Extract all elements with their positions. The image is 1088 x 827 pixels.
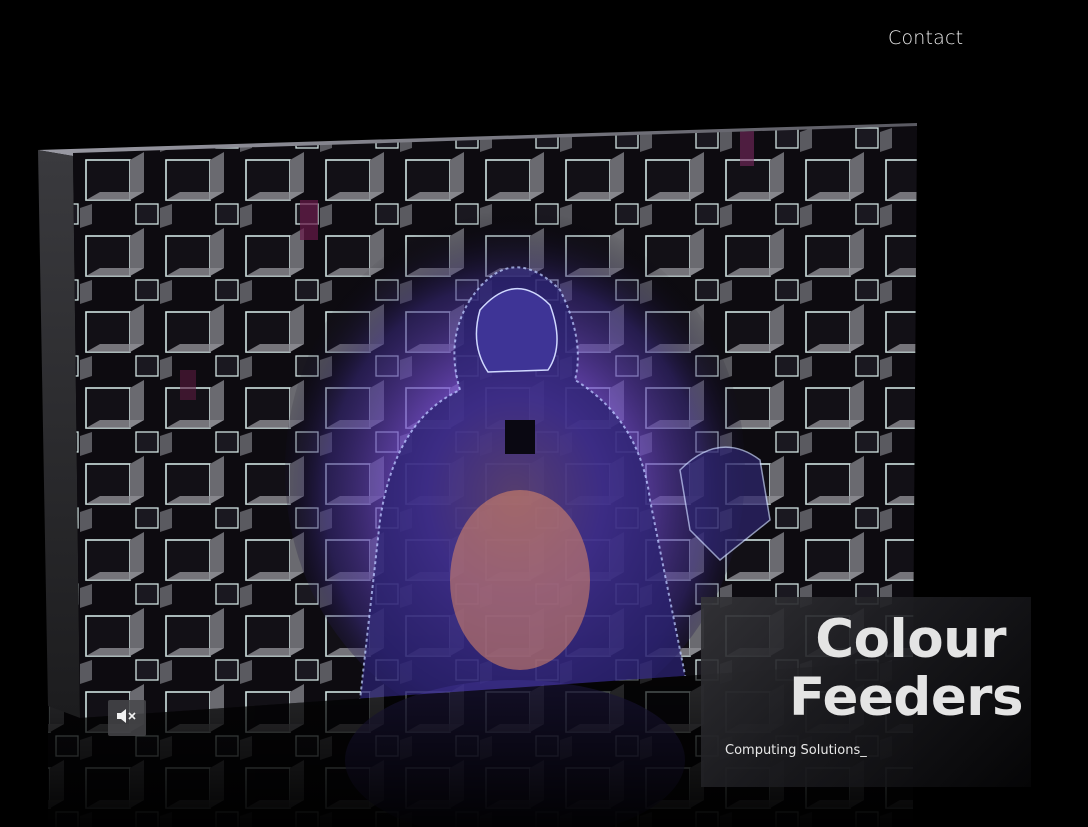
mute-button[interactable] xyxy=(108,700,146,736)
slab-left-side xyxy=(38,150,80,718)
hero-title-line-2: Feeders xyxy=(788,667,1024,728)
nav-contact-link[interactable]: Contact xyxy=(888,27,963,49)
hero-title-card: Colour Feeders Computing Solutions_ xyxy=(701,597,1031,787)
speaker-muted-icon xyxy=(116,708,138,729)
hero-subtitle: Computing Solutions_ xyxy=(725,743,867,758)
hero-title-line-1: Colour xyxy=(815,609,1006,670)
